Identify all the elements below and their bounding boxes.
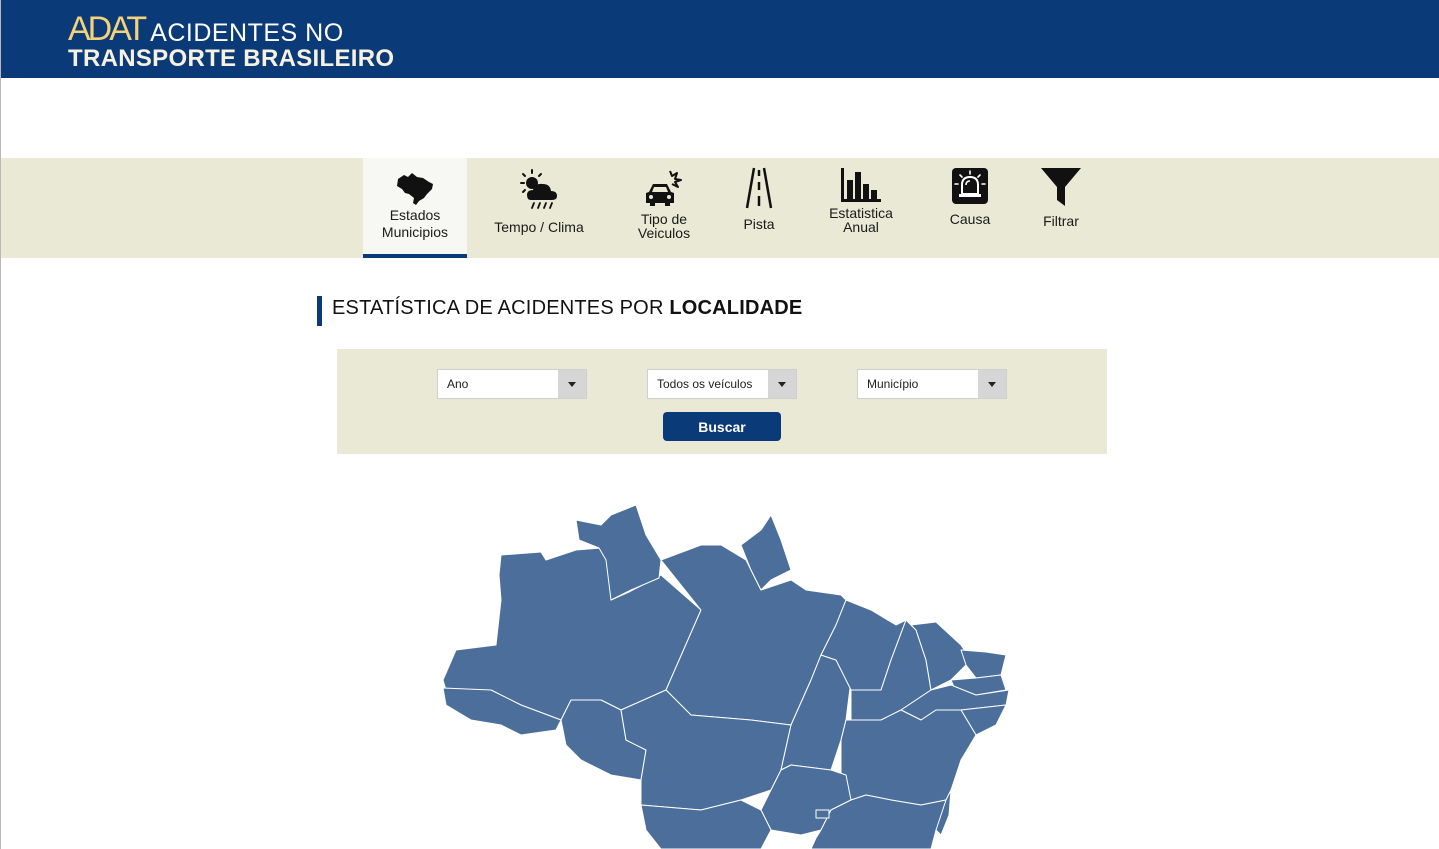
tagline-top: ACIDENTES NO bbox=[150, 19, 344, 47]
siren-icon bbox=[952, 168, 988, 204]
chevron-down-icon[interactable] bbox=[768, 370, 796, 398]
tab-label: Tempo / Clima bbox=[494, 219, 584, 235]
state-distrito-federal[interactable] bbox=[815, 809, 830, 819]
category-nav: Estados Municipios Tempo / Clima Tipo de… bbox=[1, 158, 1439, 258]
search-button[interactable]: Buscar bbox=[663, 412, 781, 441]
tab-label: Pista bbox=[743, 216, 775, 232]
tab-label: Causa bbox=[949, 211, 991, 227]
tab-label-line1: Tipo de bbox=[640, 211, 688, 227]
filter-panel: Ano Todos os veículos Município Buscar bbox=[337, 349, 1107, 454]
year-select-value: Ano bbox=[447, 377, 469, 391]
brand[interactable]: ADAT ACIDENTES NO TRANSPORTE BRASILEIRO bbox=[68, 10, 394, 72]
bar-chart-icon bbox=[841, 168, 881, 202]
chevron-down-icon[interactable] bbox=[978, 370, 1006, 398]
year-select[interactable]: Ano bbox=[437, 369, 587, 399]
tab-estados-municipios[interactable]: Estados Municipios bbox=[363, 158, 467, 258]
chevron-down-icon[interactable] bbox=[558, 370, 586, 398]
funnel-icon bbox=[1041, 168, 1081, 206]
vehicle-select-value: Todos os veículos bbox=[657, 377, 753, 391]
brazil-map-icon bbox=[397, 173, 433, 205]
tab-label-line1: Estados bbox=[389, 207, 441, 223]
tagline-bottom: TRANSPORTE BRASILEIRO bbox=[68, 45, 395, 72]
tab-label-line2: Municipios bbox=[381, 224, 449, 240]
car-crash-icon bbox=[646, 170, 682, 206]
brazil-map-svg bbox=[442, 504, 1010, 849]
section-title: ESTATÍSTICA DE ACIDENTES POR LOCALIDADE bbox=[317, 296, 802, 326]
tab-tempo-clima[interactable]: Tempo / Clima bbox=[485, 158, 593, 258]
weather-icon bbox=[520, 169, 557, 209]
tab-label-line2: Veiculos bbox=[637, 225, 691, 241]
site-header: ADAT ACIDENTES NO TRANSPORTE BRASILEIRO bbox=[1, 0, 1439, 78]
city-select-value: Município bbox=[867, 377, 919, 391]
brazil-states-map bbox=[431, 495, 1031, 849]
tab-label: Filtrar bbox=[1043, 213, 1079, 229]
tab-pista[interactable]: Pista bbox=[731, 158, 787, 258]
state-rio-grande-do-norte[interactable] bbox=[960, 649, 1007, 679]
state-bahia[interactable] bbox=[840, 709, 977, 806]
logo[interactable]: ADAT bbox=[68, 12, 147, 46]
section-title-bold: LOCALIDADE bbox=[669, 297, 803, 319]
tab-estatistica-anual[interactable]: Estatistica Anual bbox=[817, 158, 905, 258]
tab-tipo-veiculos[interactable]: Tipo de Veiculos bbox=[621, 158, 707, 258]
city-select[interactable]: Município bbox=[857, 369, 1007, 399]
tab-causa[interactable]: Causa bbox=[939, 158, 1001, 258]
tab-filtrar[interactable]: Filtrar bbox=[1031, 158, 1091, 258]
tab-label-line2: Anual bbox=[843, 219, 879, 235]
road-icon bbox=[745, 167, 773, 209]
vehicle-select[interactable]: Todos os veículos bbox=[647, 369, 797, 399]
section-title-prefix: ESTATÍSTICA DE ACIDENTES POR bbox=[332, 297, 670, 319]
page: ADAT ACIDENTES NO TRANSPORTE BRASILEIRO … bbox=[0, 0, 1439, 849]
tab-label-line1: Estatistica bbox=[829, 205, 893, 221]
